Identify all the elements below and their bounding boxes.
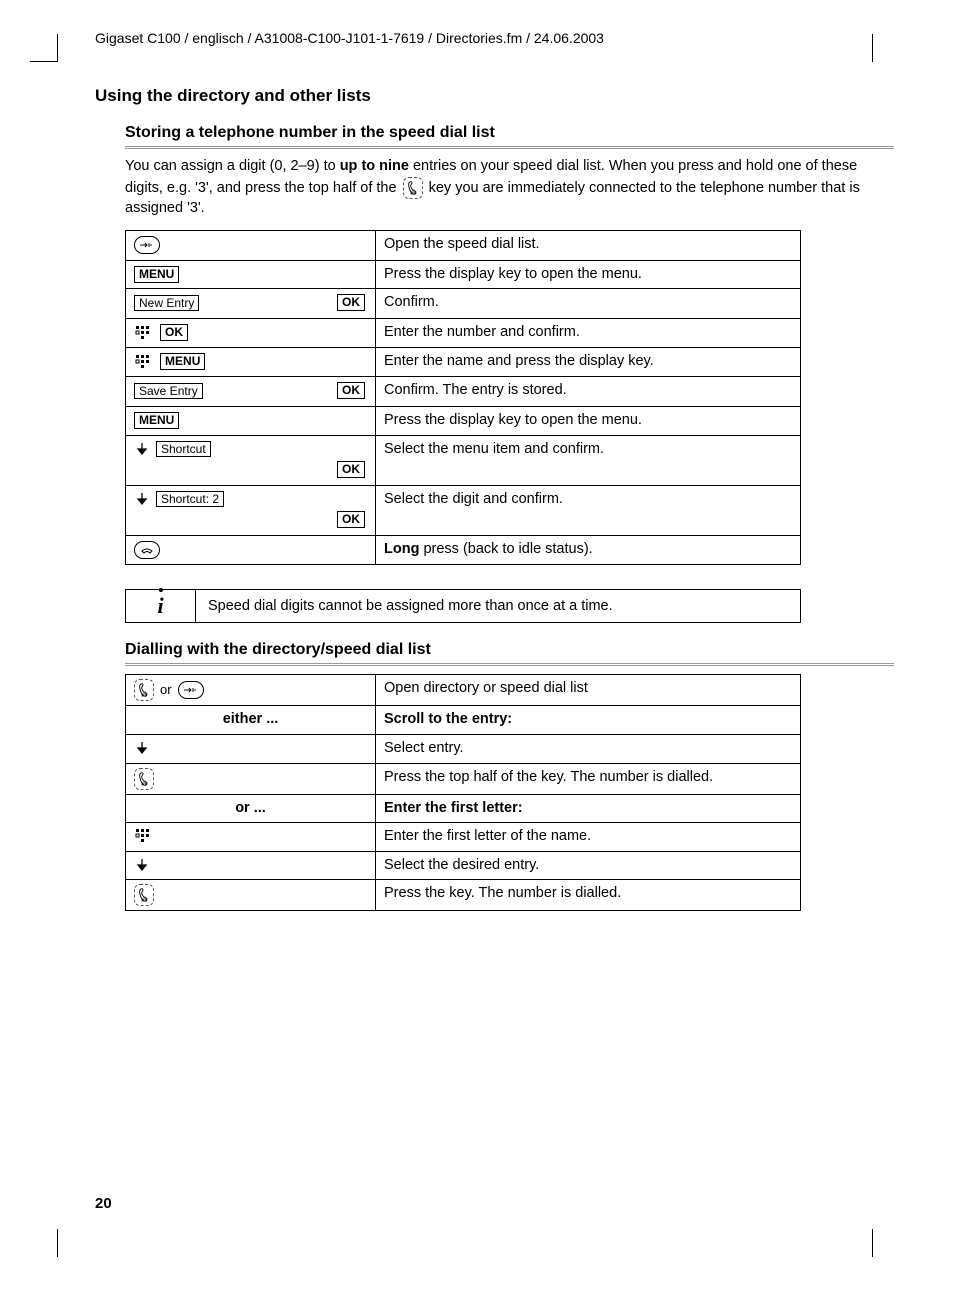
info-note: i Speed dial digits cannot be assigned m… [125,589,801,623]
screen-label: Shortcut: 2 [156,491,224,507]
talk-key-icon [134,884,154,906]
note-text: Speed dial digits cannot be assigned mor… [196,590,800,622]
or-label: or ... [126,794,376,823]
section-heading: Using the directory and other lists [95,86,894,106]
ok-key: OK [337,294,365,311]
ok-key: OK [160,324,188,341]
keypad-icon [135,325,151,341]
subsection-heading-2: Dialling with the directory/speed dial l… [125,641,894,659]
page-number: 20 [95,1195,112,1212]
subsection-heading-1: Storing a telephone number in the speed … [125,124,894,142]
or-text: or [160,682,172,697]
down-arrow-icon [136,741,148,755]
screen-label: Save Entry [134,383,203,399]
down-arrow-icon [136,492,148,506]
step-desc: Open the speed dial list. [376,231,801,260]
either-label: either ... [126,706,376,735]
talk-key-icon [403,177,423,199]
step-desc: Select the desired entry. [376,851,801,880]
step-desc: Press the key. The number is dialled. [376,880,801,911]
end-key-icon [134,541,160,559]
step-desc: Press the display key to open the menu. [376,407,801,436]
step-desc: Long press (back to idle status). [376,536,801,565]
step-desc: Press the top half of the key. The numbe… [376,763,801,794]
screen-label: New Entry [134,295,199,311]
step-desc: Scroll to the entry: [376,706,801,735]
step-desc: Select the menu item and confirm. [376,436,801,486]
step-desc: Enter the name and press the display key… [376,348,801,377]
down-arrow-icon [136,858,148,872]
ok-key: OK [337,511,365,528]
step-desc: Confirm. The entry is stored. [376,377,801,407]
down-arrow-icon [136,442,148,456]
talk-key-icon [134,679,154,701]
intro-paragraph: You can assign a digit (0, 2–9) to up to… [125,157,894,218]
step-desc: Select entry. [376,735,801,764]
talk-key-icon [134,768,154,790]
step-desc: Enter the first letter: [376,794,801,823]
menu-key: MENU [134,266,179,283]
procedure-table-1: Open the speed dial list. MENU Press the… [125,230,801,565]
keypad-icon [135,354,151,370]
doc-header: Gigaset C100 / englisch / A31008-C100-J1… [95,30,894,46]
step-desc: Enter the number and confirm. [376,319,801,348]
screen-label: Shortcut [156,441,211,457]
menu-key: MENU [160,353,205,370]
divider [125,663,894,666]
speed-dial-key-icon [178,681,204,699]
speed-dial-key-icon [134,236,160,254]
divider [125,146,894,149]
step-desc: Open directory or speed dial list [376,675,801,706]
ok-key: OK [337,382,365,399]
step-desc: Select the digit and confirm. [376,486,801,536]
procedure-table-2: or Open directory or speed dial list eit… [125,674,801,911]
step-desc: Enter the first letter of the name. [376,823,801,852]
keypad-icon [135,828,151,844]
ok-key: OK [337,461,365,478]
step-desc: Confirm. [376,289,801,319]
step-desc: Press the display key to open the menu. [376,260,801,289]
menu-key: MENU [134,412,179,429]
info-icon: i [126,590,196,622]
